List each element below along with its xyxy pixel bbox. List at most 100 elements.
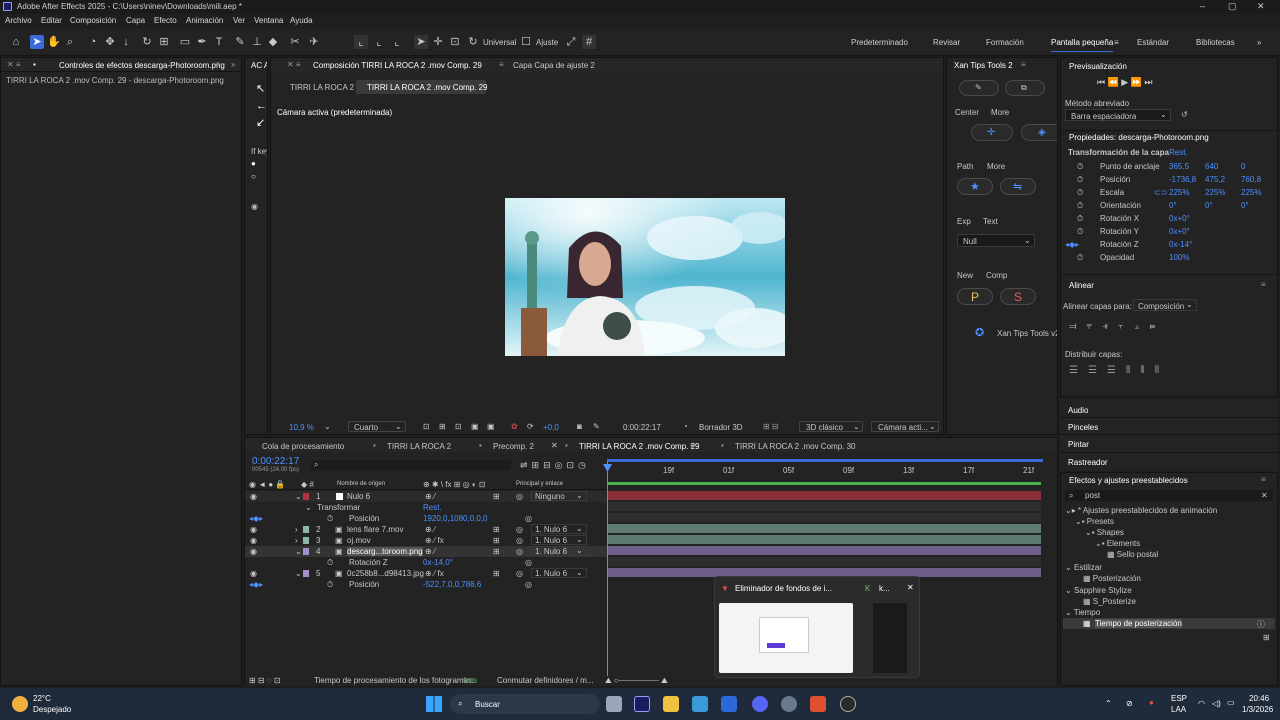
effects-search-input[interactable]: ⌕ post ✕ bbox=[1065, 490, 1273, 501]
layer-row[interactable]: ◉ › 2 ▣ lens flare 7.mov ⊕ ⁄ ⊞ ◎ 1. Nulo… bbox=[245, 524, 607, 535]
xan-layers-button[interactable]: ⧉ bbox=[1005, 80, 1045, 96]
notes-icon[interactable] bbox=[721, 696, 737, 712]
tray-mic-icon[interactable]: ● bbox=[1149, 698, 1154, 707]
prop-value-z[interactable]: 225% bbox=[1241, 188, 1261, 197]
distribute-buttons-icon[interactable]: ☰☰☰⦀⦀⦀ bbox=[1069, 365, 1169, 376]
menu-ver[interactable]: Ver bbox=[233, 16, 245, 25]
stopwatch-icon[interactable]: ⏱ bbox=[1077, 175, 1083, 185]
layer-3d-icon[interactable]: ⊞ bbox=[493, 547, 500, 556]
tab-menu-icon[interactable]: ≡ bbox=[215, 60, 220, 69]
xan-comp-label[interactable]: Comp bbox=[986, 271, 1007, 280]
align-buttons-icon[interactable]: ⫤⫧⫣⫟⫠⫢ bbox=[1069, 321, 1165, 332]
snapshot-icon[interactable]: ◙ bbox=[577, 422, 582, 431]
tab-layer[interactable]: Capa Capa de ajuste 2 bbox=[513, 61, 595, 70]
tray-network-off-icon[interactable]: ⊘ bbox=[1126, 699, 1133, 708]
menu-capa[interactable]: Capa bbox=[126, 16, 145, 25]
xan-exp-label[interactable]: Exp bbox=[957, 217, 971, 226]
layer-row[interactable]: ◉ › 3 ▣ oj.mov ⊕ ⁄ fx ⊞ ◎ 1. Nulo 6 ⌄ bbox=[245, 535, 607, 546]
label-color-swatch[interactable] bbox=[303, 570, 309, 577]
brave-browser-icon[interactable] bbox=[810, 696, 826, 712]
workspace-overflow-icon[interactable]: » bbox=[1257, 38, 1261, 47]
eye-icon[interactable]: ◉ bbox=[250, 536, 257, 545]
tree-item[interactable]: ▦ Sello postal bbox=[1107, 550, 1158, 559]
twirl-icon[interactable]: › bbox=[295, 536, 298, 545]
parent-select[interactable]: 1. Nulo 6 ⌄ bbox=[531, 535, 587, 545]
universal-label[interactable]: Universal bbox=[483, 38, 516, 47]
draft-3d-label[interactable]: Borrador 3D bbox=[699, 423, 743, 432]
tree-item-selected[interactable]: ▦ Tiempo de posterización ⓘ bbox=[1063, 618, 1275, 629]
popup-thumbnail-1[interactable] bbox=[719, 603, 853, 673]
prop-value[interactable]: -522,7,0,0,788,6 bbox=[423, 580, 481, 589]
wifi-icon[interactable]: ◠ bbox=[1198, 699, 1205, 708]
effect-controls-lock-icon[interactable]: ▪ bbox=[33, 60, 36, 69]
align-to-select[interactable]: Composición ⌄ bbox=[1133, 299, 1197, 311]
twirl-icon[interactable]: ⌄ bbox=[305, 503, 312, 512]
workspace-predeterminado[interactable]: Predeterminado bbox=[851, 38, 908, 47]
rotate-tool-icon[interactable]: ↻ bbox=[140, 35, 154, 49]
breadcrumb-item-1[interactable]: TIRRI LA ROCA 2 bbox=[290, 83, 354, 92]
panel-rastreador[interactable]: Rastreador bbox=[1068, 458, 1108, 467]
layer-3d-icon[interactable]: ⊞ bbox=[493, 492, 500, 501]
app-circle-icon[interactable] bbox=[840, 696, 856, 712]
xan-null-select[interactable]: Null ⌄ bbox=[957, 234, 1035, 247]
zoom-slider-icon[interactable]: ⛰ ○━━━━━ ⛰ bbox=[605, 676, 668, 686]
windows-start-icon[interactable] bbox=[426, 696, 442, 712]
move-3d-icon[interactable]: ✛ bbox=[431, 35, 445, 49]
work-area-bar[interactable] bbox=[607, 459, 1043, 462]
prop-value[interactable]: 100% bbox=[1169, 253, 1189, 262]
timeline-search-input[interactable]: ⌕ bbox=[311, 460, 511, 470]
prop-value-z[interactable]: 760,8 bbox=[1241, 175, 1261, 184]
fast-preview-icon[interactable]: ⊡ bbox=[423, 422, 430, 431]
panel-menu-icon[interactable]: ✕ ≡ bbox=[7, 60, 21, 69]
track-bar[interactable] bbox=[607, 491, 1041, 500]
tab-xan-tips[interactable]: Xan Tips Tools 2 bbox=[954, 61, 1013, 70]
xan-p-button[interactable]: P bbox=[957, 288, 993, 305]
pickwhip-icon[interactable]: ◎ bbox=[516, 547, 523, 556]
xan-more-label[interactable]: More bbox=[991, 108, 1009, 117]
battery-icon[interactable]: ▭ bbox=[1227, 698, 1235, 707]
transform-reset[interactable]: Rest. bbox=[1169, 148, 1188, 157]
popup-thumbnail-2[interactable] bbox=[873, 603, 907, 673]
mask-visibility-icon[interactable]: ⊡ bbox=[455, 422, 462, 431]
camera-select[interactable]: Cámara acti... ⌄ bbox=[871, 421, 939, 432]
menu-ventana[interactable]: Ventana bbox=[254, 16, 283, 25]
prop-value-y[interactable]: 475,2 bbox=[1205, 175, 1225, 184]
tab-effect-controls[interactable]: Controles de efectos descarga-Photoroom.… bbox=[59, 61, 225, 70]
xan-pin-button[interactable]: ✎ bbox=[959, 80, 999, 96]
xan-center2-button[interactable]: ◈ bbox=[1021, 124, 1057, 141]
rectangle-tool-icon[interactable]: ▭ bbox=[178, 35, 192, 49]
playhead[interactable] bbox=[607, 461, 608, 677]
time-ruler[interactable]: 19f 01f 05f 09f 13f 17f 21f bbox=[607, 459, 1051, 479]
tray-chevron-icon[interactable]: ⌃ bbox=[1105, 699, 1112, 708]
xan-more2-label[interactable]: More bbox=[987, 162, 1005, 171]
layer-switches-icon[interactable]: ⊕ ⁄ bbox=[425, 525, 435, 534]
region-of-interest-icon[interactable]: ▣ bbox=[471, 422, 479, 431]
prop-value-y[interactable]: 640 bbox=[1205, 162, 1218, 171]
menu-efecto[interactable]: Efecto bbox=[154, 16, 177, 25]
tab-composition[interactable]: Composición TIRRI LA ROCA 2 .mov Comp. 2… bbox=[313, 61, 482, 70]
layer-3d-icon[interactable]: ⊞ bbox=[493, 525, 500, 534]
twirl-icon[interactable]: ⌄ bbox=[295, 492, 302, 501]
prop-row[interactable]: ◂◆▸ ⏱ Posición 1920,0,1080,0,0,0 ◎ bbox=[245, 513, 607, 524]
pickwhip-icon[interactable]: ◎ bbox=[516, 525, 523, 534]
tab-ac[interactable]: AC A bbox=[251, 61, 267, 70]
xan-s-button[interactable]: S bbox=[1000, 288, 1036, 305]
stopwatch-icon[interactable]: ⏱ bbox=[1077, 214, 1083, 224]
layer-switches-icon[interactable]: ⊕ ⁄ fx bbox=[425, 569, 444, 578]
tab-overflow-icon[interactable]: » bbox=[231, 60, 235, 69]
prop-value-y[interactable]: 0° bbox=[1205, 201, 1213, 210]
grid-snap-icon[interactable]: # bbox=[582, 35, 596, 49]
maximize-icon[interactable]: ▢ bbox=[1228, 1, 1237, 12]
radio-empty-icon[interactable]: ○ bbox=[251, 172, 256, 182]
radio-filled-icon[interactable]: ● bbox=[251, 159, 256, 169]
ajuste-label[interactable]: Ajuste bbox=[536, 38, 558, 47]
toggle-switches-button[interactable]: Conmutar definidores / m... bbox=[497, 676, 593, 685]
pan-behind-icon[interactable]: ⊞ bbox=[157, 35, 171, 49]
layer-3d-icon[interactable]: ⊞ bbox=[493, 569, 500, 578]
world-axis-icon[interactable]: ⌞ bbox=[372, 35, 386, 49]
lang-layout[interactable]: LAA bbox=[1171, 705, 1186, 714]
pickwhip-icon[interactable]: ◎ bbox=[516, 569, 523, 578]
workspace-formacion[interactable]: Formación bbox=[986, 38, 1024, 47]
layer-name[interactable]: lens flare 7.mov bbox=[347, 525, 403, 534]
method-reset-icon[interactable]: ↺ bbox=[1181, 110, 1188, 119]
